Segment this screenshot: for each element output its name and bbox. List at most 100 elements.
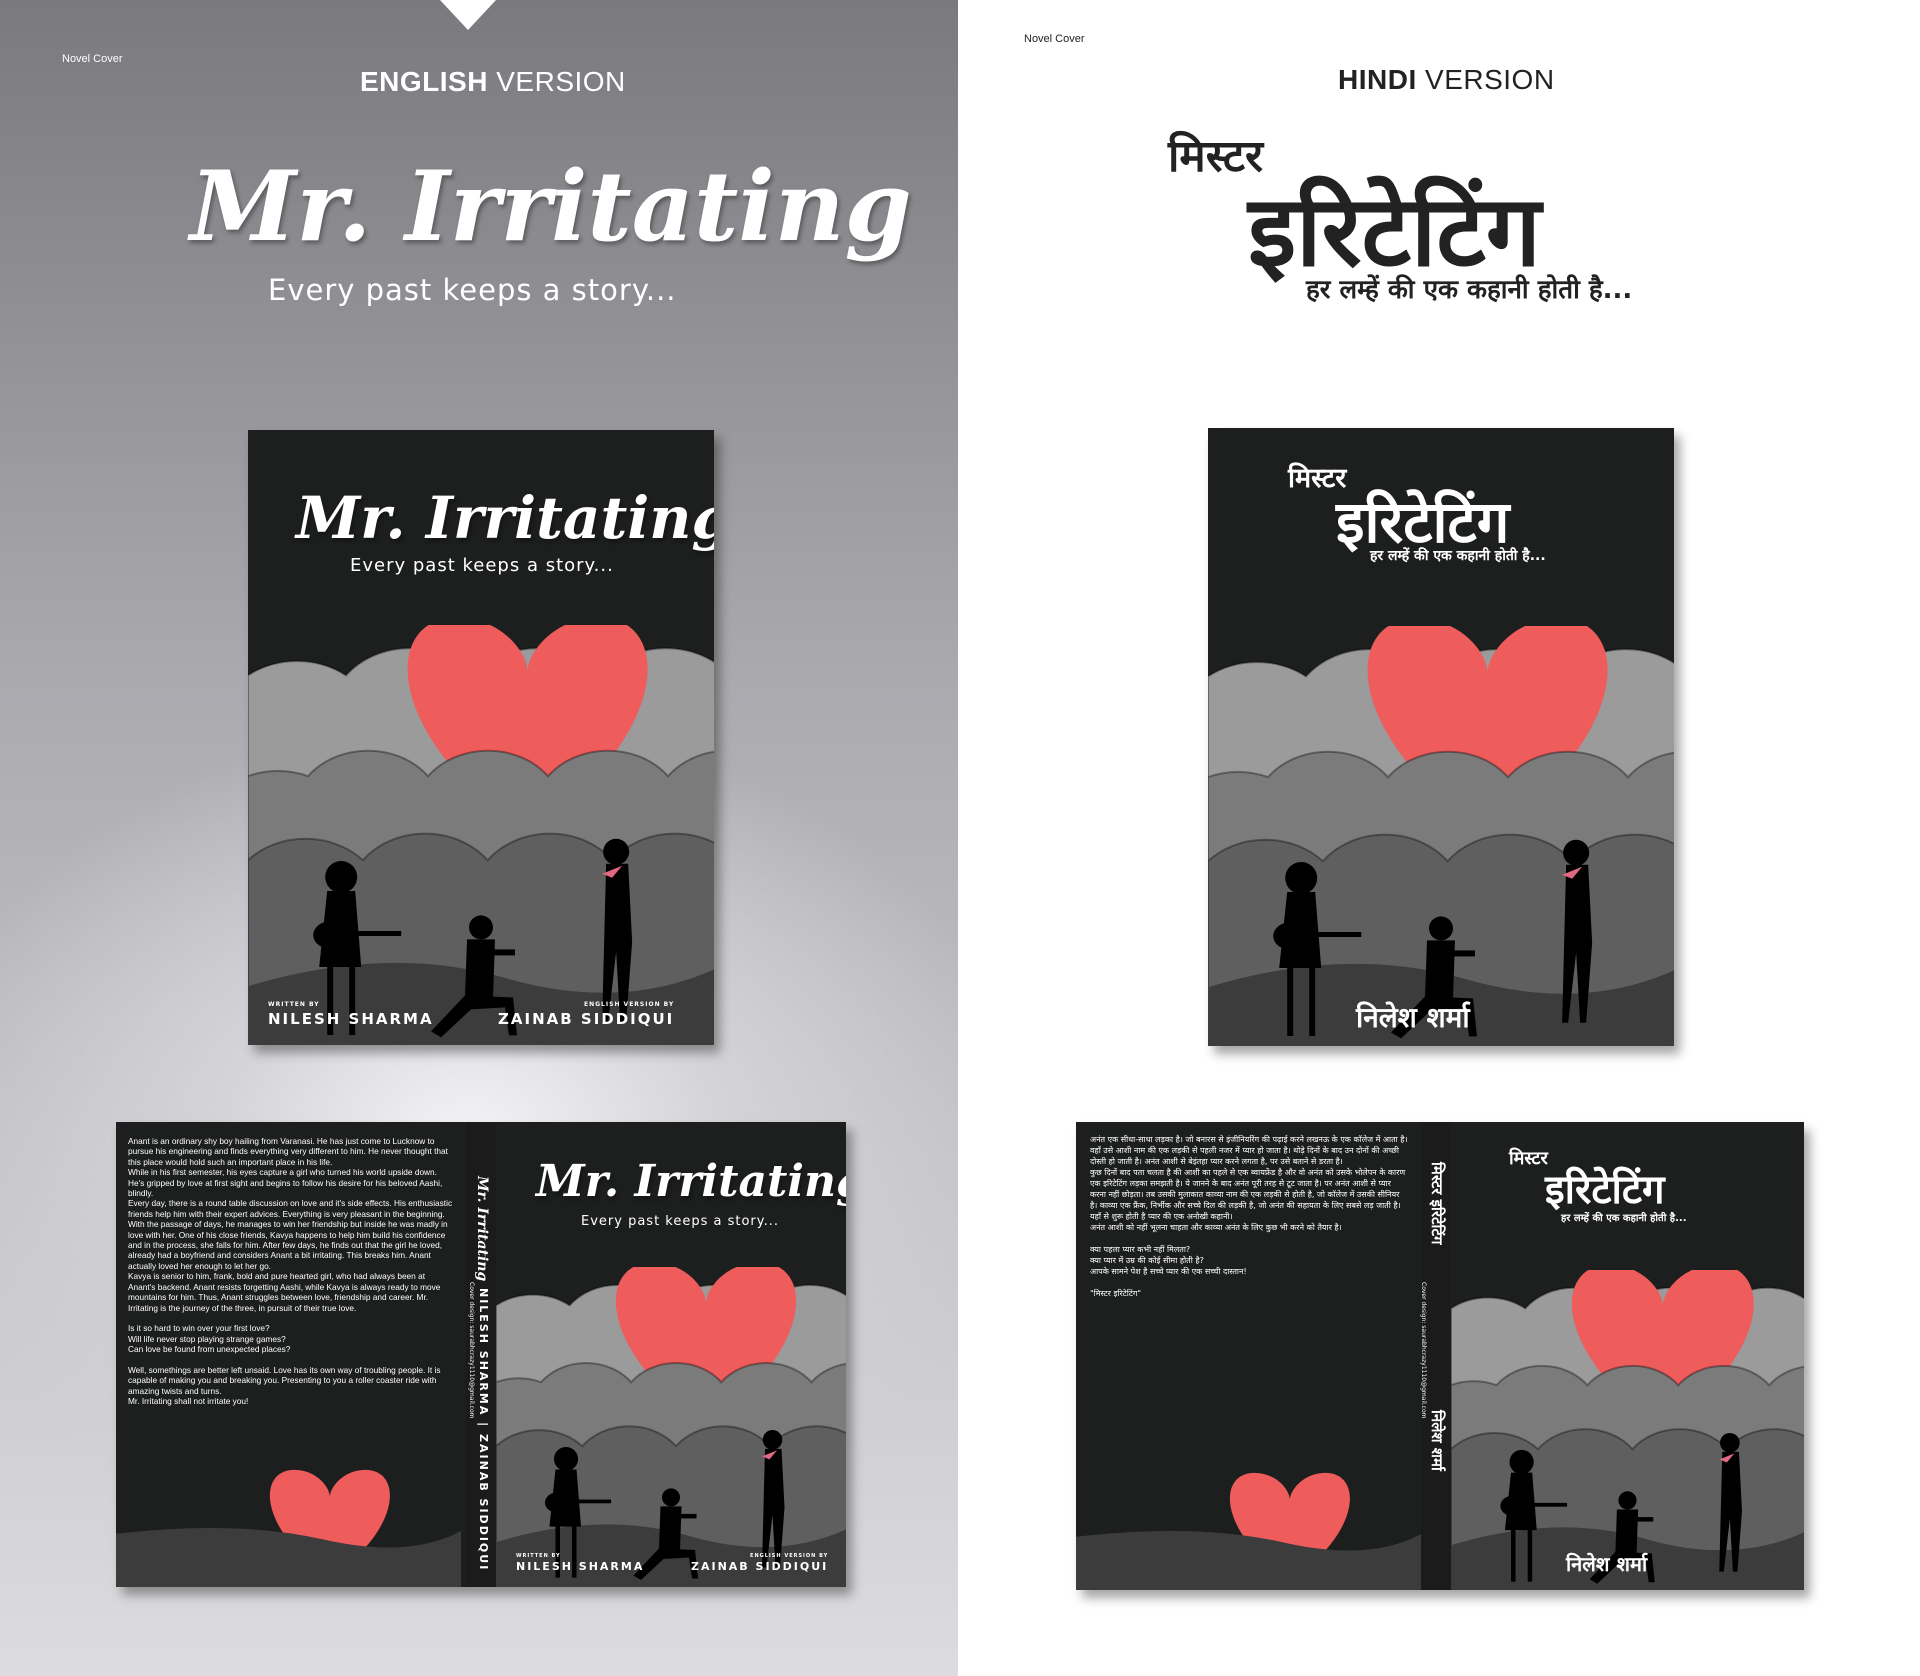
- spread-translator: ENGLISH VERSION BY ZAINAB SIDDIQUI: [691, 1553, 829, 1573]
- man-arm: [1633, 1517, 1654, 1522]
- author-name: WRITTEN BY NILESH SHARMA: [268, 1001, 434, 1028]
- english-front-cover: Mr. Irritating Every past keeps a story.…: [248, 430, 714, 1045]
- spine-title: Mr. Irritating: [474, 1176, 490, 1282]
- back-cover-scene: [116, 1469, 461, 1587]
- blurb-paragraph: Every day, there is a round table discus…: [128, 1198, 453, 1219]
- english-version-heading: ENGLISH VERSION: [360, 66, 626, 97]
- woman-head: [762, 1430, 783, 1450]
- novel-cover-tag: Novel Cover: [62, 53, 123, 65]
- hindi-tagline: हर लम्हें की एक कहानी होती है...: [1306, 275, 1633, 305]
- spread-title: Mr. Irritating: [536, 1156, 846, 1207]
- girl-head: [1285, 862, 1318, 894]
- blurb-paragraph: [128, 1355, 454, 1365]
- back-cover-blurb: अनंत एक सीधा-साधा लड़का है। जो बनारस से …: [1090, 1134, 1408, 1299]
- blurb-paragraph: Can love be found from unexpected places…: [128, 1344, 291, 1355]
- girl-leg-left: [1287, 966, 1294, 1036]
- blurb-paragraph: [1090, 1233, 1408, 1244]
- spread-title-small: मिस्टर: [1509, 1148, 1548, 1169]
- girl-leg-right: [1309, 966, 1316, 1036]
- blurb-paragraph: कुछ दिनों बाद पता चलता है की आशी का पहले…: [1090, 1168, 1406, 1210]
- spread-title-big: इरिटेटिंग: [1545, 1167, 1665, 1213]
- girl-leg-left: [1510, 1528, 1516, 1582]
- blurb-paragraph: With the passage of days, he manages to …: [128, 1219, 448, 1271]
- man-body: [1615, 1509, 1639, 1554]
- english-main-tagline: Every past keeps a story...: [268, 273, 677, 307]
- blurb-paragraph: [128, 1313, 454, 1323]
- blurb-paragraph: अनंत आशी को नहीं भूलना चाहता और काव्या अ…: [1090, 1223, 1342, 1232]
- back-cover-scene: [1076, 1472, 1421, 1590]
- guitar-neck: [566, 1499, 612, 1504]
- blurb-paragraph: Mr. Irritating shall not irritate you!: [128, 1396, 249, 1407]
- spread-front: Mr. Irritating Every past keeps a story.…: [496, 1122, 846, 1587]
- english-panel: Novel Cover ENGLISH VERSION Mr. Irritati…: [0, 0, 958, 1676]
- english-main-title: Mr. Irritating: [190, 150, 912, 263]
- hindi-front-cover: मिस्टर इरिटेटिंग हर लम्हें की एक कहानी ह…: [1208, 428, 1674, 1046]
- panel-notch: [440, 0, 496, 30]
- blurb-paragraph: [1090, 1277, 1408, 1288]
- man-body: [1425, 940, 1455, 999]
- blurb-paragraph: Will life never stop playing strange gam…: [128, 1333, 286, 1344]
- english-book-spread: Anant is an ordinary shy boy hailing fro…: [116, 1122, 846, 1587]
- man-head: [1429, 916, 1453, 941]
- novel-cover-tag: Novel Cover: [1024, 33, 1085, 45]
- man-body: [658, 1506, 682, 1550]
- cover-tagline: हर लम्हें की एक कहानी होती है...: [1370, 548, 1546, 564]
- blurb-paragraph: यहाँ से शुरू होती है प्यार की एक अनोखी क…: [1090, 1212, 1233, 1221]
- spine-title: मिस्टर इरिटेटिंग: [1428, 1162, 1446, 1245]
- blurb-paragraph: क्या प्यार में उम्र की कोई सीमा होती है?: [1090, 1256, 1204, 1265]
- cover-scene: [1208, 626, 1674, 1046]
- man-head: [1618, 1491, 1637, 1510]
- girl-head: [325, 861, 358, 893]
- girl-head: [1509, 1449, 1534, 1475]
- hindi-book-spread: अनंत एक सीधा-साधा लड़का है। जो बनारस से …: [1076, 1122, 1804, 1590]
- cover-scene: [248, 625, 714, 1045]
- guitar-neck: [1521, 1502, 1568, 1507]
- back-cover-blurb: Anant is an ordinary shy boy hailing fro…: [128, 1136, 454, 1407]
- man-arm: [677, 1513, 697, 1519]
- man-arm: [489, 949, 515, 956]
- spread-scene: [1451, 1270, 1804, 1590]
- spread-author: निलेश शर्मा: [1566, 1552, 1648, 1576]
- author-name: निलेश शर्मा: [1356, 1001, 1470, 1034]
- girl-head: [553, 1446, 579, 1472]
- blurb-paragraph: Kavya is senior to him, frank, bold and …: [128, 1271, 441, 1313]
- blurb-paragraph: Well, somethings are better left unsaid.…: [128, 1364, 441, 1396]
- hindi-panel: Novel Cover HINDI VERSION मिस्टर इरिटेटि…: [958, 0, 1920, 1676]
- blurb-paragraph: While in his first semester, his eyes ca…: [128, 1167, 443, 1199]
- guitar-neck: [341, 931, 402, 936]
- spine-credit: Cover design: saurabhcrazy1110@gmail.com: [1420, 1282, 1427, 1419]
- man-arm: [1449, 950, 1475, 957]
- spread-tagline: हर लम्हें की एक कहानी होती है...: [1561, 1213, 1687, 1224]
- girl-leg-right: [1527, 1528, 1533, 1582]
- book-spine: मिस्टर इरिटेटिंग निलेश शर्मा Cover desig…: [1420, 1122, 1451, 1590]
- translator-name: ENGLISH VERSION BY ZAINAB SIDDIQUI: [498, 1001, 675, 1028]
- ground: [116, 1527, 461, 1587]
- blurb-paragraph: आपके सामने पेश है सच्चे प्यार की एक सच्च…: [1090, 1267, 1247, 1276]
- spread-author: WRITTEN BY NILESH SHARMA: [516, 1553, 645, 1573]
- cover-tagline: Every past keeps a story...: [350, 555, 614, 576]
- woman-head: [603, 838, 630, 865]
- blurb-text: अनंत एक सीधा-साधा लड़का है। जो बनारस से …: [1090, 1134, 1408, 1299]
- woman-head: [1720, 1432, 1740, 1453]
- man-head: [661, 1488, 681, 1507]
- blurb-paragraph: अनंत एक सीधा-साधा लड़का है। जो बनारस से …: [1090, 1135, 1408, 1166]
- man-head: [469, 915, 493, 940]
- blurb-paragraph: क्या पहला प्यार कभी नहीं मिलता?: [1090, 1245, 1191, 1254]
- spread-tagline: Every past keeps a story...: [581, 1214, 780, 1229]
- spine-authors: NILESH SHARMA | ZAINAB SIDDIQUI: [477, 1288, 490, 1572]
- cover-title: Mr. Irritating: [296, 484, 714, 552]
- blurb-text: Anant is an ordinary shy boy hailing fro…: [128, 1136, 454, 1407]
- ground: [1076, 1530, 1421, 1590]
- spread-front: मिस्टर इरिटेटिंग हर लम्हें की एक कहानी ह…: [1451, 1122, 1804, 1590]
- man-body: [465, 939, 495, 998]
- book-spine: Mr. Irritating NILESH SHARMA | ZAINAB SI…: [466, 1122, 496, 1587]
- blurb-paragraph: "मिस्टर इरिटेटिंग": [1090, 1289, 1142, 1298]
- woman-head: [1563, 839, 1590, 866]
- guitar-neck: [1301, 932, 1362, 937]
- spine-author: निलेश शर्मा: [1428, 1410, 1446, 1471]
- blurb-paragraph: Anant is an ordinary shy boy hailing fro…: [128, 1136, 448, 1167]
- spine-credit: Cover design: saurabhcrazy1110@gmail.com: [468, 1282, 475, 1419]
- hindi-version-heading: HINDI VERSION: [1338, 64, 1555, 95]
- spread-scene: [496, 1267, 846, 1587]
- blurb-paragraph: Is it so hard to win over your first lov…: [128, 1323, 270, 1334]
